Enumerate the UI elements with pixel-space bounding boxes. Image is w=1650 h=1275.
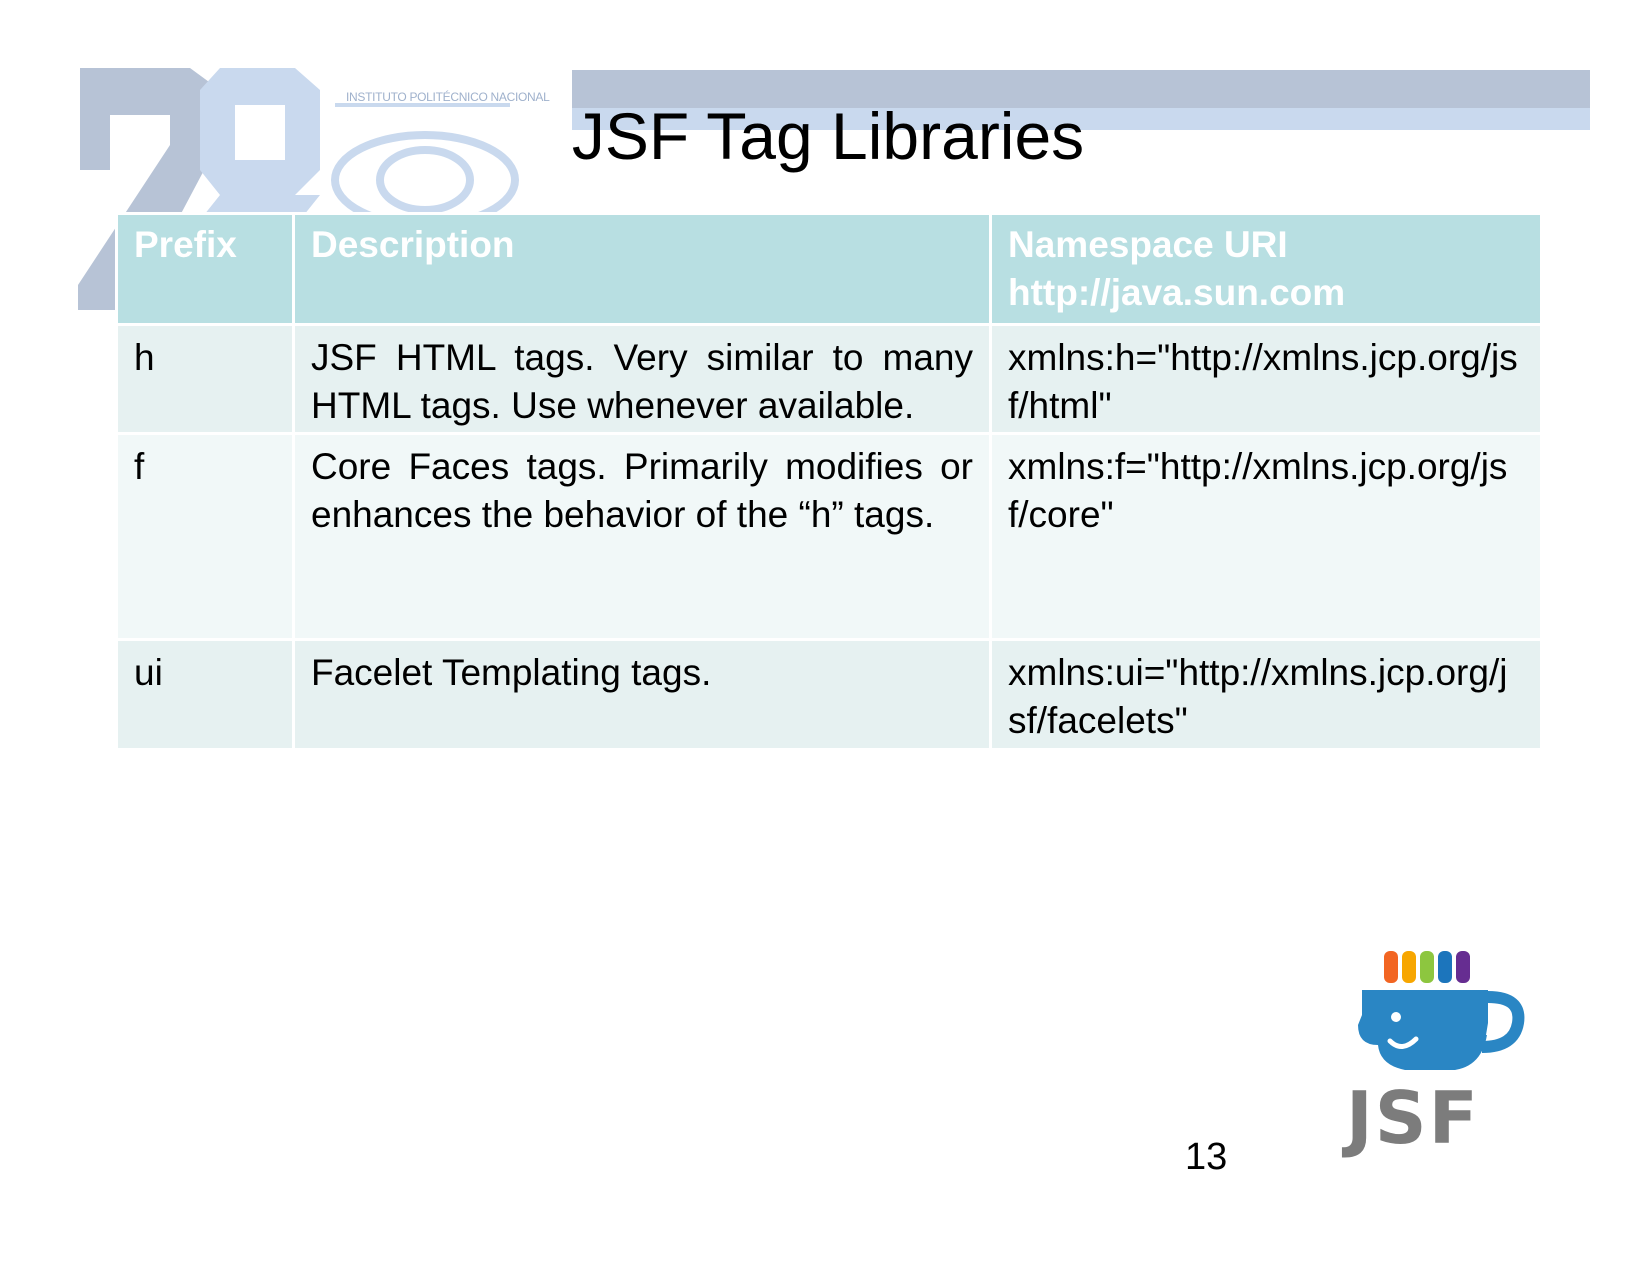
header-description: Description bbox=[295, 215, 989, 323]
tag-libraries-table: Prefix Description Namespace URI http://… bbox=[115, 212, 1543, 751]
table-header-row: Prefix Description Namespace URI http://… bbox=[118, 215, 1540, 323]
jsf-logo-text: JSF bbox=[1346, 1076, 1480, 1160]
namespace-cell: xmlns:h="http://xmlns.jcp.org/jsf/html" bbox=[992, 326, 1540, 432]
header-namespace: Namespace URI http://java.sun.com bbox=[992, 215, 1540, 323]
namespace-cell: xmlns:f="http://xmlns.jcp.org/jsf/core" bbox=[992, 435, 1540, 638]
slide-title: JSF Tag Libraries bbox=[0, 96, 1650, 176]
table-row: f Core Faces tags. Primarily modifies or… bbox=[118, 435, 1540, 638]
header-prefix: Prefix bbox=[118, 215, 292, 323]
header-namespace-title: Namespace URI bbox=[1008, 224, 1288, 265]
description-cell: JSF HTML tags. Very similar to many HTML… bbox=[295, 326, 989, 432]
description-cell: Core Faces tags. Primarily modifies or e… bbox=[295, 435, 989, 638]
prefix-cell: f bbox=[118, 435, 292, 638]
page-number: 13 bbox=[1185, 1136, 1228, 1178]
description-cell: Facelet Templating tags. bbox=[295, 641, 989, 748]
prefix-cell: h bbox=[118, 326, 292, 432]
header-namespace-base-url: http://java.sun.com bbox=[1008, 272, 1346, 313]
table-row: h JSF HTML tags. Very similar to many HT… bbox=[118, 326, 1540, 432]
prefix-cell: ui bbox=[118, 641, 292, 748]
namespace-cell: xmlns:ui="http://xmlns.jcp.org/jsf/facel… bbox=[992, 641, 1540, 748]
table-row: ui Facelet Templating tags. xmlns:ui="ht… bbox=[118, 641, 1540, 748]
slide-title-text: JSF Tag Libraries bbox=[571, 99, 1085, 173]
